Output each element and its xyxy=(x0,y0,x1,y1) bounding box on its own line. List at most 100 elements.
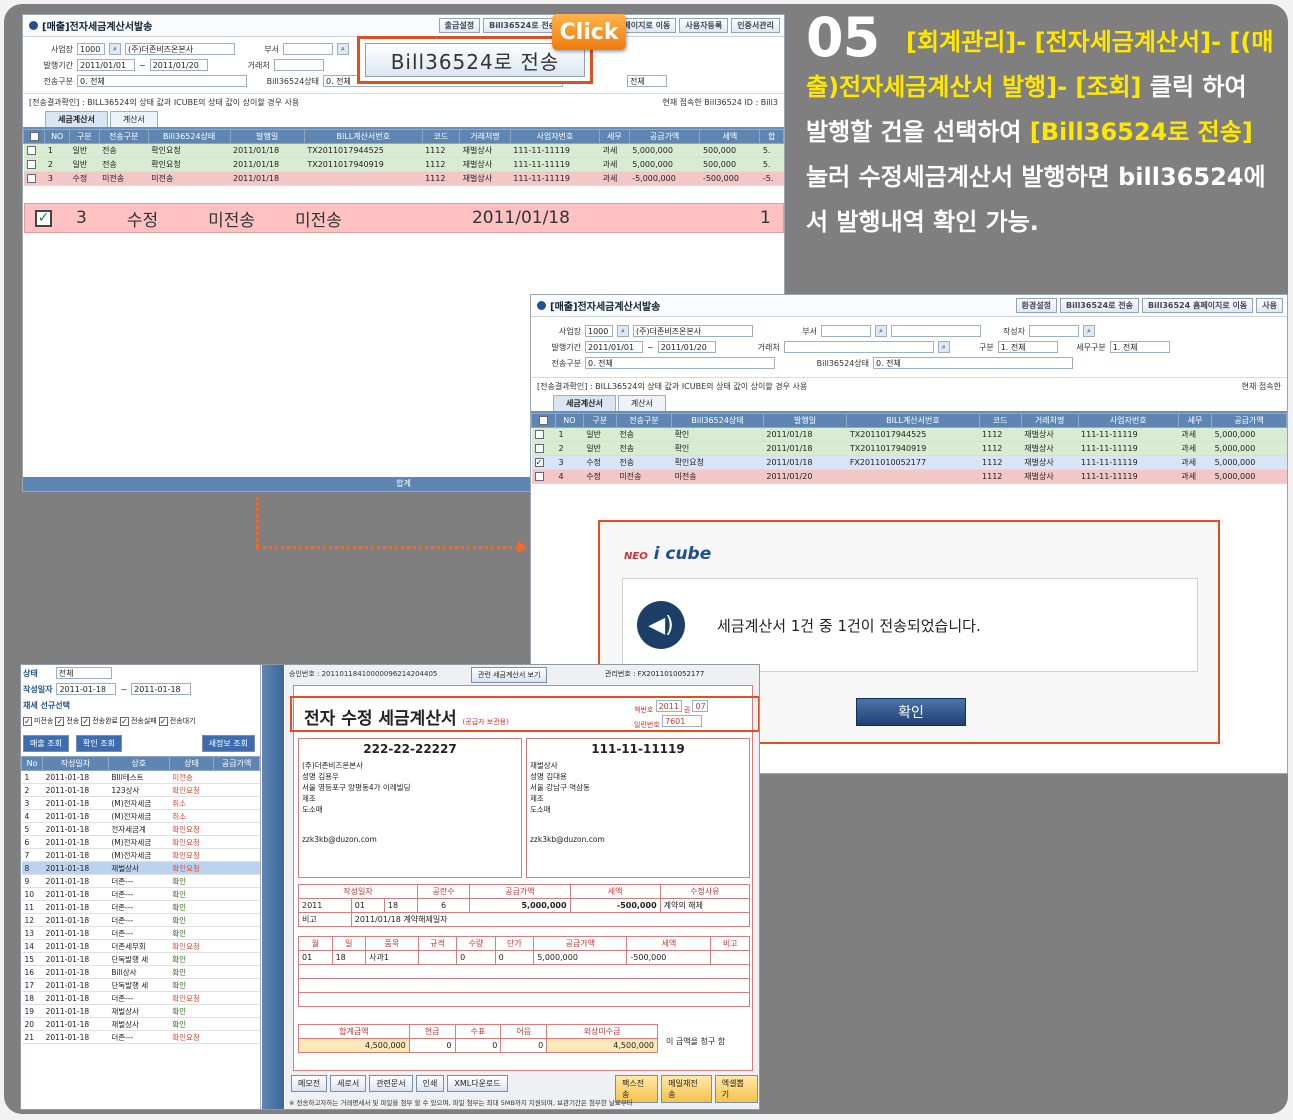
row-checkbox[interactable] xyxy=(26,174,36,183)
setting-button[interactable]: 환경설정 xyxy=(1015,298,1057,313)
kind-select[interactable]: 1. 전체 xyxy=(997,341,1058,353)
row-checkbox[interactable] xyxy=(534,472,544,481)
biz-name-input[interactable]: (주)더존비즈온본사 xyxy=(633,325,753,337)
table-row[interactable]: 2 일반 전송 확인 2011/01/18 TX2011017940919 1112 재벌상사… xyxy=(531,441,1287,456)
check-option[interactable]: 전송 xyxy=(66,716,79,726)
list-item[interactable]: 17 2011-01-18 단독발행 세 확인 xyxy=(21,978,260,992)
send-select[interactable]: 0. 전체 xyxy=(585,357,775,369)
list-item[interactable]: 8 2011-01-18 재벌상사 확인요청 xyxy=(21,861,260,875)
biz-code-input[interactable]: 1000 xyxy=(585,325,613,337)
table-row[interactable]: 2 일반 전송 확인요청 2011/01/18 TX2011017940919 1112 재벌… xyxy=(23,157,784,172)
vertical-button[interactable]: 세로서 xyxy=(330,1075,367,1092)
setting-button[interactable]: 출금설정 xyxy=(438,18,481,33)
table-row[interactable]: 3 수정 미전송 미전송 2011/01/18 1112 재벌상사 111-11-11119 과… xyxy=(23,171,784,186)
list-item[interactable]: 1 2011-01-18 BIll테스트 미전송 xyxy=(21,770,260,784)
list-item[interactable]: 9 2011-01-18 더존--- 확인 xyxy=(21,874,260,888)
cell: 2011-01-18 xyxy=(42,1030,109,1044)
table-row[interactable]: 1 일반 전송 확인 2011/01/18 TX2011017944525 1112 재벌상사… xyxy=(531,427,1287,442)
kind-select[interactable]: 전체 xyxy=(627,75,667,87)
user-register-button[interactable]: 사용자등록 xyxy=(679,18,729,33)
date-to-input[interactable]: 2011-01-18 xyxy=(131,683,192,695)
list-item[interactable]: 3 2011-01-18 (M)전자세금 취소 xyxy=(21,796,260,810)
refresh-button[interactable]: 새정보 조회 xyxy=(201,735,255,752)
list-item[interactable]: 10 2011-01-18 더존--- 확인 xyxy=(21,887,260,901)
list-item[interactable]: 11 2011-01-18 더존--- 확인 xyxy=(21,900,260,914)
period-to-input[interactable]: 2011/01/20 xyxy=(149,59,208,71)
table-row[interactable]: 1 일반 전송 확인요청 2011/01/18 TX2011017944525 1112 재벌… xyxy=(23,143,784,158)
ok-button[interactable]: 확인 xyxy=(856,698,966,726)
row-checkbox[interactable]: ✓ xyxy=(534,458,544,467)
list-item[interactable]: 14 2011-01-18 더존세무회 확인요청 xyxy=(21,939,260,953)
print-button[interactable]: 인쇄 xyxy=(415,1075,445,1092)
use-button[interactable]: 사용 xyxy=(1256,298,1283,313)
list-item[interactable]: 5 2011-01-18 전자세금계 확인요청 xyxy=(21,822,260,836)
xml-download-button[interactable]: XML다운로드 xyxy=(447,1075,508,1092)
list-item[interactable]: 19 2011-01-18 재벌상사 확인 xyxy=(21,1004,260,1018)
row-checkbox[interactable] xyxy=(534,444,544,453)
row-checkbox[interactable] xyxy=(534,430,544,439)
search-icon[interactable]: ⌕ xyxy=(875,325,887,337)
tab-tax-invoice[interactable]: 세금계산서 xyxy=(553,395,616,411)
table-row[interactable]: 4 수정 미전송 미전송 2011/01/20 1112 재벌상사 111-11-11119 과… xyxy=(531,469,1287,484)
list-item[interactable]: 2 2011-01-18 123상사 확인요청 xyxy=(21,783,260,797)
dept-input[interactable] xyxy=(283,43,333,55)
list-item[interactable]: 20 2011-01-18 재벌상사 확인 xyxy=(21,1017,260,1031)
biz-name-input[interactable]: (주)더존비즈온본사 xyxy=(125,43,235,55)
sales-search-button[interactable]: 매출 조회 xyxy=(23,735,69,752)
period-from-input[interactable]: 2011/01/01 xyxy=(585,341,643,353)
confirm-search-button[interactable]: 확인 조회 xyxy=(75,735,122,752)
bill-select[interactable]: 0. 전체 xyxy=(873,357,1073,369)
trade-label: 거래처 xyxy=(757,342,780,352)
row-checkbox[interactable] xyxy=(26,160,36,169)
row-checkbox[interactable] xyxy=(26,146,36,155)
list-item[interactable]: 7 2011-01-18 (M)전자세금 확인요청 xyxy=(21,848,260,862)
mail-resend-button[interactable]: 메일재전송 xyxy=(661,1075,712,1103)
send-select[interactable]: 0. 전체 xyxy=(77,75,247,87)
list-item[interactable]: 12 2011-01-18 더존--- 확인 xyxy=(21,913,260,927)
check-option[interactable]: 전송실패 xyxy=(131,716,157,726)
check-option[interactable]: 전송대기 xyxy=(170,716,196,726)
tab-invoice[interactable]: 계산서 xyxy=(617,395,666,411)
author-input[interactable] xyxy=(1029,325,1079,337)
cert-button[interactable]: 인증서관리 xyxy=(731,18,780,33)
search-icon[interactable]: ⌕ xyxy=(937,341,950,353)
search-icon[interactable]: ⌕ xyxy=(1083,325,1095,337)
tab-tax-invoice[interactable]: 세금계산서 xyxy=(45,111,108,127)
homepage-button[interactable]: Bill36524 홈페이지로 이동 xyxy=(1142,298,1254,313)
dept-name-input[interactable] xyxy=(891,325,981,337)
check-option[interactable]: 전송완료 xyxy=(92,716,118,726)
period-from-input[interactable]: 2011/01/01 xyxy=(77,59,135,71)
table-row[interactable]: ✓ 3 수정 전송 확인요청 2011/01/18 FX2011010052177 1112… xyxy=(531,455,1287,470)
list-item[interactable]: 21 2011-01-18 더존--- 확인요청 xyxy=(21,1030,260,1044)
list-item[interactable]: 18 2011-01-18 더존--- 확인요청 xyxy=(21,991,260,1005)
search-icon[interactable]: ⌕ xyxy=(109,43,121,55)
selected-row-zoom[interactable]: ✓ 3 수정 미전송 미전송 2011/01/18 1 xyxy=(24,203,784,233)
date-from-input[interactable]: 2011-01-18 xyxy=(56,683,117,695)
check-icon[interactable]: ✓ xyxy=(35,209,52,227)
send-bill36524-button-zoom[interactable]: Bill36524로 전송 xyxy=(365,43,585,77)
list-item[interactable]: 6 2011-01-18 (M)전자세금 확인요청 xyxy=(21,835,260,849)
period-to-input[interactable]: 2011/01/20 xyxy=(657,341,716,353)
memo-button[interactable]: 메모전 xyxy=(291,1075,328,1092)
check-option[interactable]: 미전송 xyxy=(34,716,53,726)
trade-input[interactable] xyxy=(783,341,934,353)
status-select[interactable]: 전체 xyxy=(55,667,112,679)
biz-code-input[interactable]: 1000 xyxy=(77,43,105,55)
related-invoice-button[interactable]: 관련 세금계산서 보기 xyxy=(471,667,548,683)
list-item[interactable]: 4 2011-01-18 (M)전자세금 취소 xyxy=(21,809,260,823)
related-docs-button[interactable]: 관련문서 xyxy=(369,1075,413,1092)
search-icon[interactable]: ⌕ xyxy=(337,43,349,55)
search-icon[interactable]: ⌕ xyxy=(617,325,629,337)
tab-invoice[interactable]: 계산서 xyxy=(109,111,158,127)
cell: 과세 xyxy=(1178,469,1212,484)
send-bill36524-button[interactable]: Bill36524로 전송 xyxy=(1059,298,1140,313)
dept-input[interactable] xyxy=(821,325,871,337)
list-item[interactable]: 13 2011-01-18 더존--- 확인 xyxy=(21,926,260,940)
list-item[interactable]: 15 2011-01-18 단독발행 세 확인 xyxy=(21,952,260,966)
send-bill36524-button[interactable]: Bill36524로 전송 xyxy=(483,18,563,33)
list-item[interactable]: 16 2011-01-18 Bill상사 확인 xyxy=(21,965,260,979)
excel-button[interactable]: 엑셀뽑기 xyxy=(714,1075,758,1103)
trade-input[interactable] xyxy=(273,59,324,71)
tax-select[interactable]: 1. 전체 xyxy=(1109,341,1170,353)
cell: 12 xyxy=(21,913,43,927)
